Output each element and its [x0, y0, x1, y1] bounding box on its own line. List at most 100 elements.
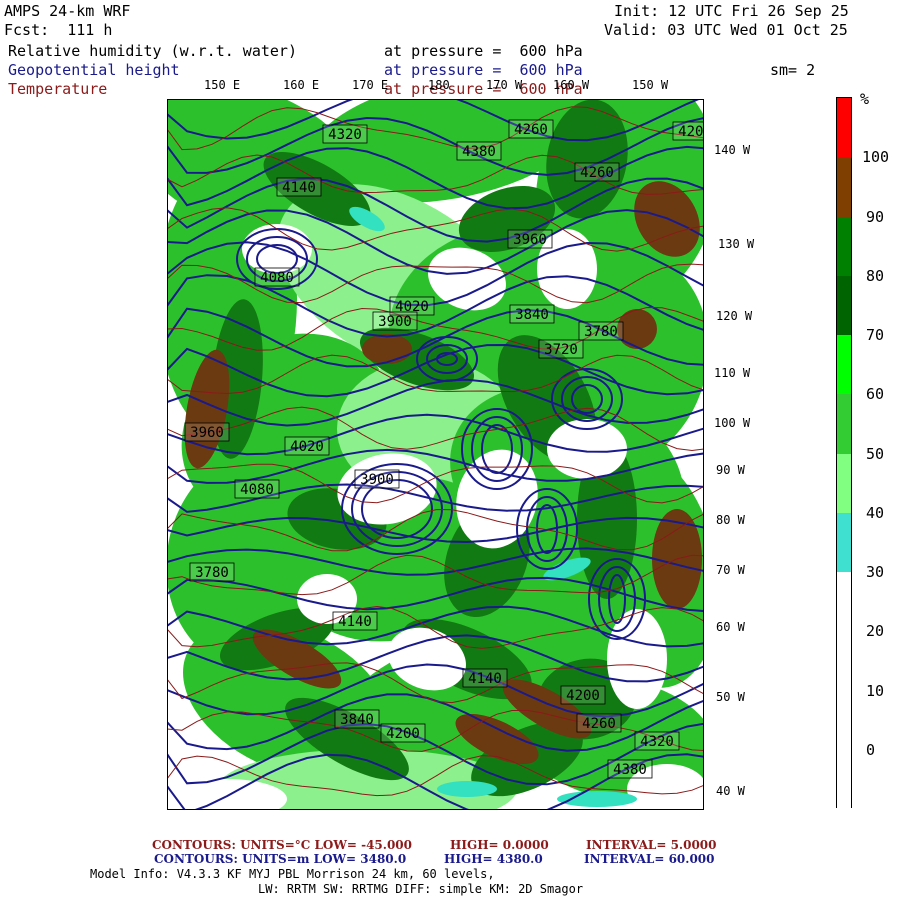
- height-label: 3900: [372, 311, 418, 331]
- svg-text:4260: 4260: [582, 716, 616, 732]
- height-label: 4080: [254, 267, 300, 287]
- humidity-edge: [437, 781, 497, 797]
- height-label: 4320: [322, 124, 368, 144]
- colorbar-segment: [837, 157, 851, 217]
- colorbar-segment: [837, 275, 851, 335]
- lat-label: 60 W: [716, 620, 745, 634]
- colorbar: [836, 97, 852, 809]
- moist-patch: [362, 334, 412, 364]
- lat-label: 100 W: [714, 416, 751, 430]
- lon-label: 160 E: [283, 78, 320, 92]
- dry-patch: [242, 224, 312, 274]
- lat-label: 70 W: [716, 563, 745, 577]
- height-label: 4200: [560, 685, 606, 705]
- height-label: 3900: [354, 469, 400, 489]
- colorbar-segment: [837, 216, 851, 276]
- lat-label: 130 W: [718, 237, 755, 251]
- colorbar-level: 90: [866, 207, 885, 226]
- height-contour-interval: INTERVAL= 60.000: [584, 852, 715, 866]
- humidity-map: 4320 4260 4380 4200 4260 4140 4080 4020 3960 3900…: [167, 99, 704, 810]
- svg-text:3840: 3840: [340, 712, 374, 728]
- colorbar-level: 40: [866, 503, 885, 522]
- colorbar-segment: [837, 98, 851, 158]
- colorbar-segment: [837, 572, 851, 632]
- height-label: 3780: [189, 562, 235, 582]
- colorbar-segment: [837, 453, 851, 513]
- colorbar-level: 80: [866, 266, 885, 285]
- colorbar-segment: [837, 512, 851, 572]
- svg-text:4140: 4140: [282, 180, 316, 196]
- svg-text:4140: 4140: [468, 671, 502, 687]
- field-height-level: at pressure = 600 hPa: [384, 61, 583, 79]
- svg-text:3720: 3720: [544, 342, 578, 358]
- colorbar-segment: [837, 335, 851, 395]
- colorbar-level: 100: [862, 148, 890, 167]
- field-rh-level: at pressure = 600 hPa: [384, 42, 583, 60]
- height-label: 3960: [507, 229, 553, 249]
- svg-text:3780: 3780: [195, 565, 229, 581]
- height-label: 3960: [184, 422, 230, 442]
- colorbar-level: 30: [866, 563, 885, 581]
- svg-text:4200: 4200: [678, 124, 704, 140]
- lon-label: 150 W: [632, 78, 669, 92]
- field-temp-name: Temperature: [8, 80, 108, 98]
- humidity-edge: [557, 791, 637, 807]
- svg-text:4380: 4380: [613, 762, 647, 778]
- height-label: 4200: [672, 121, 704, 141]
- lat-label: 110 W: [714, 366, 751, 380]
- colorbar-level: 60: [866, 385, 885, 404]
- height-contour-high: HIGH= 4380.0: [444, 852, 543, 866]
- lon-label: 180: [428, 78, 450, 92]
- svg-text:3960: 3960: [190, 425, 224, 441]
- svg-text:4380: 4380: [462, 144, 496, 160]
- height-label: 4140: [462, 668, 508, 688]
- dry-patch: [607, 609, 667, 709]
- height-label: 4380: [456, 141, 502, 161]
- colorbar-level: 50: [866, 444, 885, 463]
- field-rh-name: Relative humidity (w.r.t. water): [8, 42, 297, 60]
- height-label: 3840: [509, 304, 555, 324]
- lat-label: 140 W: [714, 143, 751, 157]
- lat-label: 120 W: [716, 309, 753, 323]
- valid-time: Valid: 03 UTC Wed 01 Oct 25: [604, 21, 848, 39]
- svg-text:4080: 4080: [260, 270, 294, 286]
- model-info: Model Info: V4.3.3 KF MYJ PBL Morrison 2…: [90, 867, 495, 881]
- svg-text:4200: 4200: [566, 688, 600, 704]
- height-contour-info: CONTOURS: UNITS=m LOW= 3480.0: [154, 852, 407, 866]
- lon-label: 150 E: [204, 78, 241, 92]
- svg-text:4320: 4320: [328, 127, 362, 143]
- physics-info: LW: RRTM SW: RRTMG DIFF: simple KM: 2D S…: [258, 882, 584, 896]
- svg-text:4260: 4260: [580, 165, 614, 181]
- temp-contour-interval: INTERVAL= 5.0000: [586, 838, 717, 852]
- svg-text:4320: 4320: [640, 734, 674, 750]
- colorbar-level: 70: [866, 326, 885, 344]
- lat-label: 50 W: [716, 690, 745, 704]
- colorbar-segment: [837, 749, 851, 809]
- colorbar-segment: [837, 690, 851, 750]
- height-label: 4080: [234, 479, 280, 499]
- svg-text:3900: 3900: [378, 314, 412, 330]
- lat-label: 40 W: [716, 784, 745, 798]
- smoothing-label: sm= 2: [770, 61, 816, 79]
- lon-label: 160 W: [553, 78, 590, 92]
- height-label: 3780: [578, 321, 624, 341]
- colorbar-level: 0: [866, 740, 876, 759]
- svg-text:4200: 4200: [386, 726, 420, 742]
- lat-label: 80 W: [716, 513, 745, 527]
- colorbar-level: 20: [866, 622, 885, 641]
- svg-text:3780: 3780: [584, 324, 618, 340]
- height-label: 4320: [634, 731, 680, 751]
- height-label: 4260: [576, 713, 622, 733]
- field-height-name: Geopotential height: [8, 61, 180, 79]
- height-label: 4140: [332, 611, 378, 631]
- height-label: 4260: [508, 119, 554, 139]
- svg-text:4080: 4080: [240, 482, 274, 498]
- svg-text:4140: 4140: [338, 614, 372, 630]
- colorbar-segment: [837, 631, 851, 691]
- colorbar-unit: %: [860, 90, 870, 108]
- svg-text:3840: 3840: [515, 307, 549, 323]
- height-label: 4140: [276, 177, 322, 197]
- height-label: 4380: [607, 759, 653, 779]
- svg-text:3900: 3900: [360, 472, 394, 488]
- colorbar-level: 10: [866, 681, 885, 700]
